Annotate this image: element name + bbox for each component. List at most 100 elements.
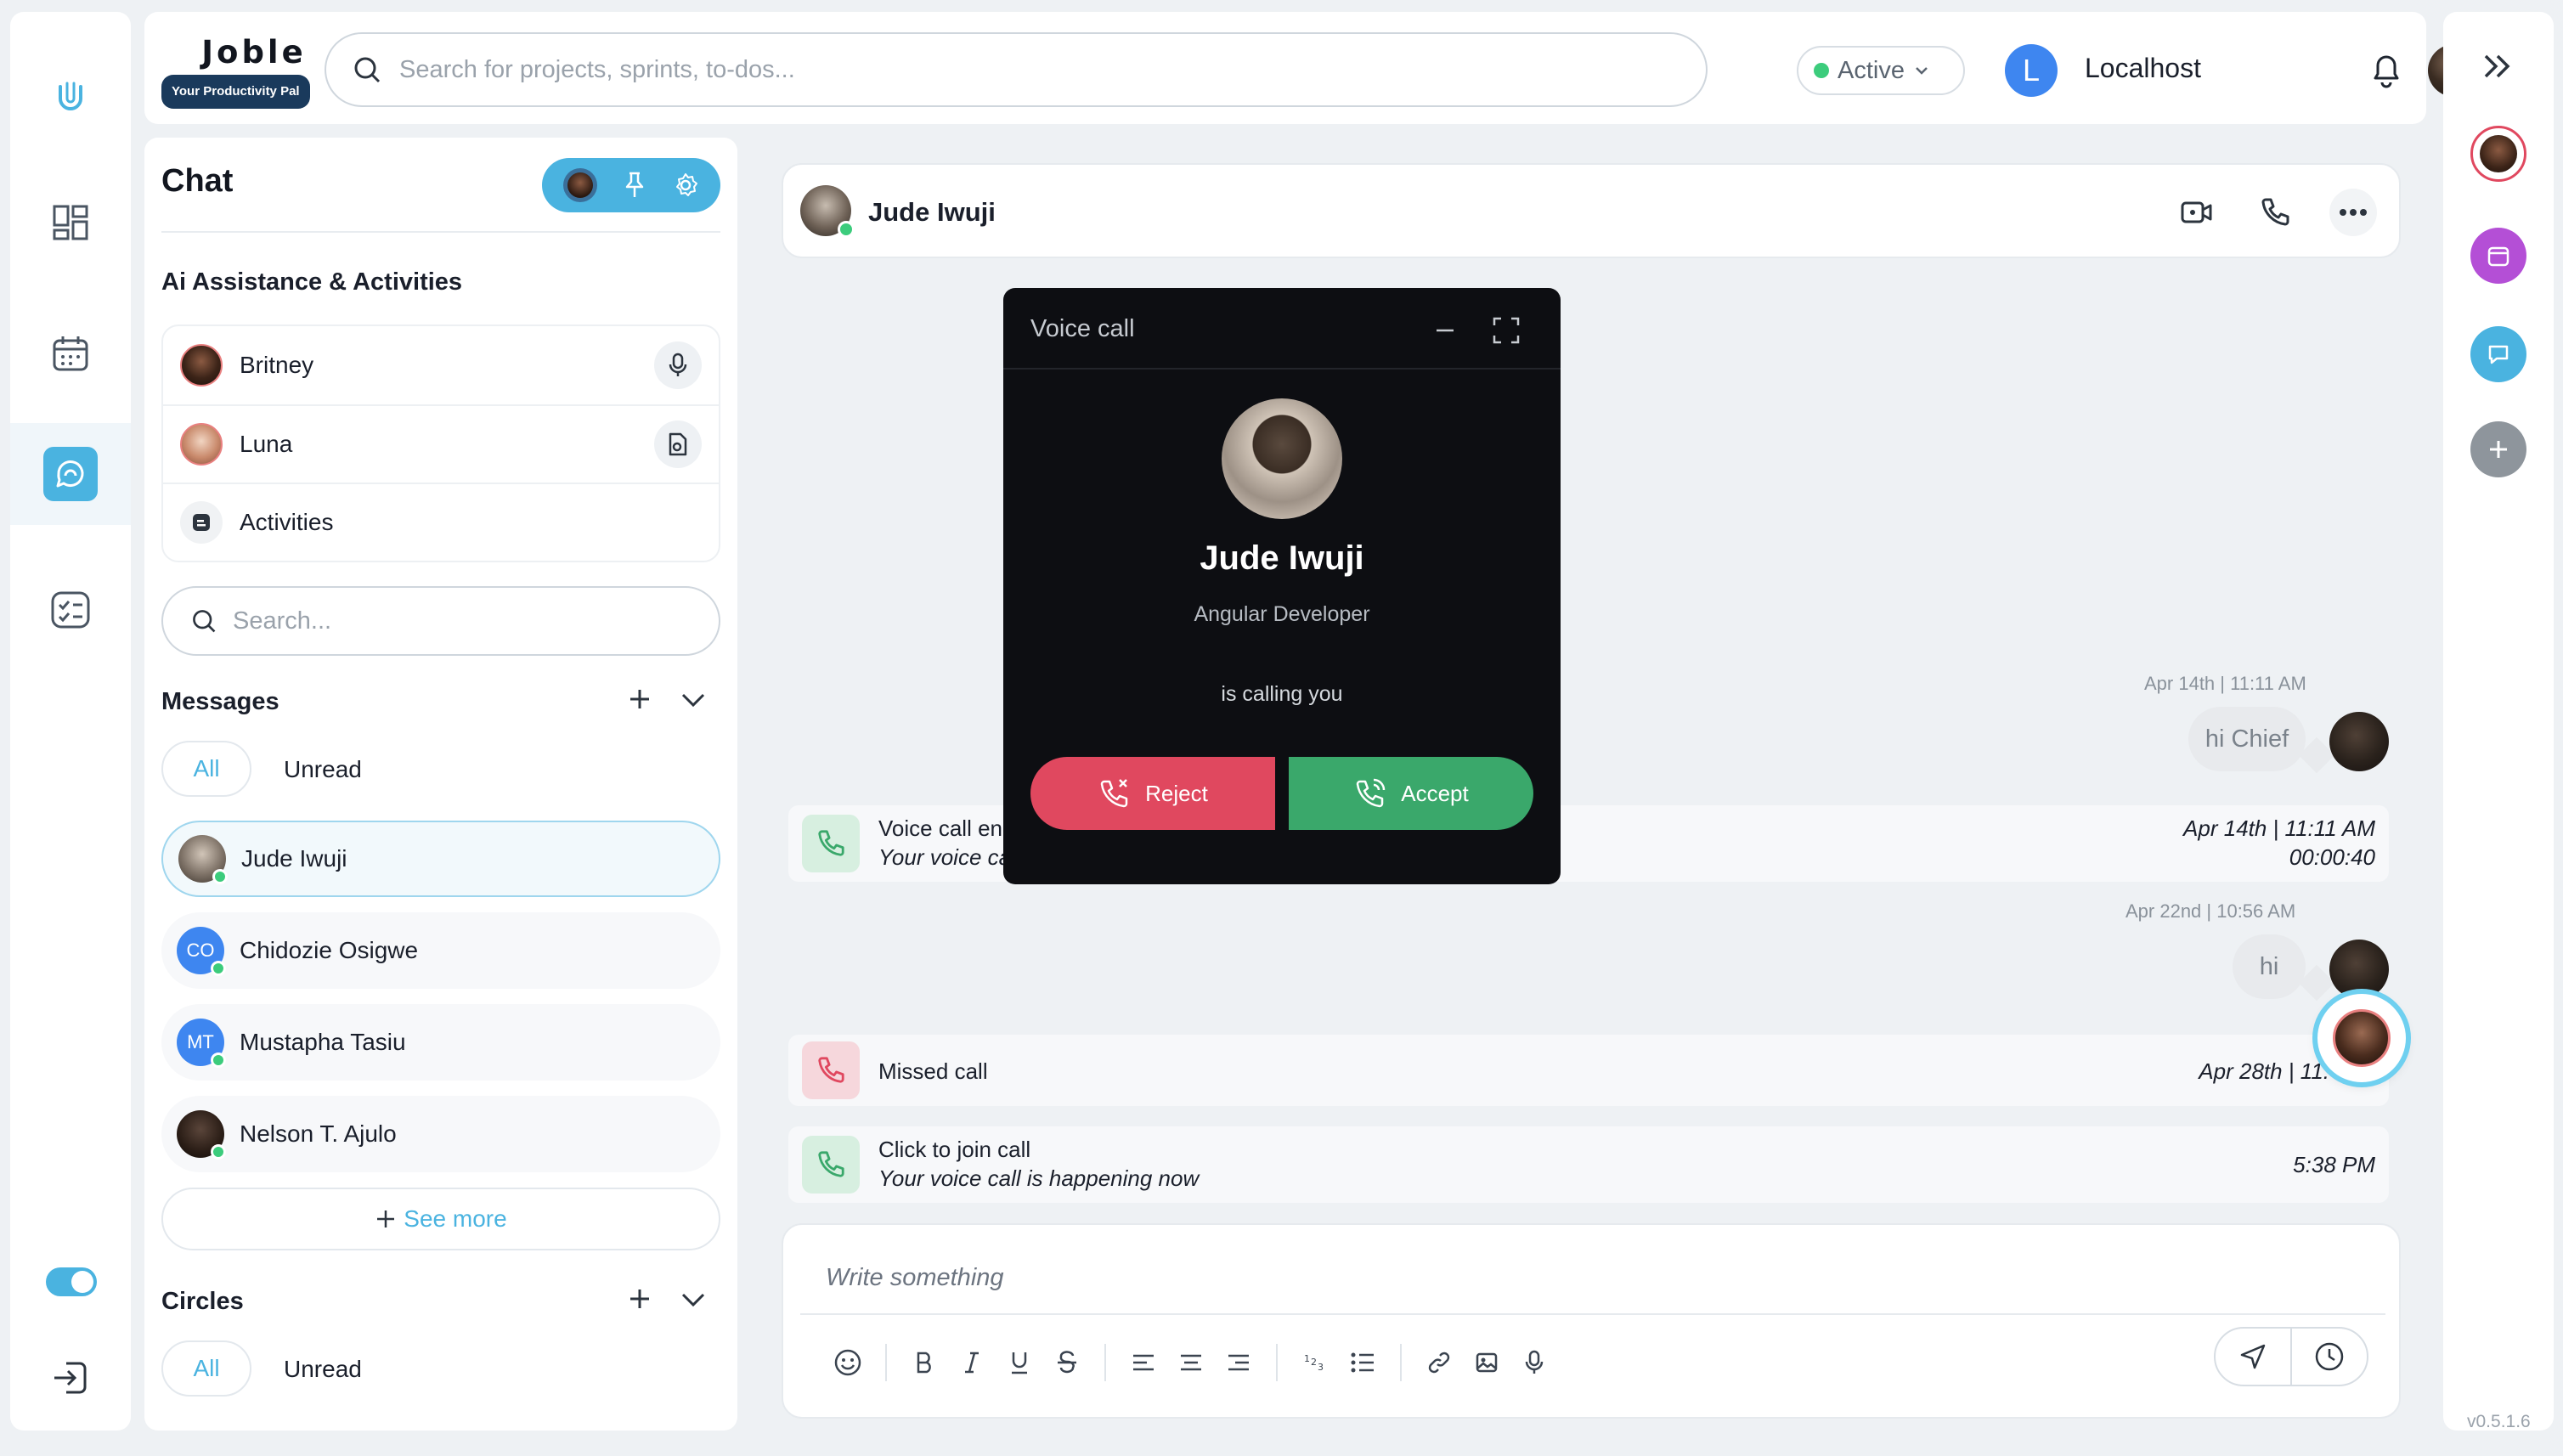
emoji-icon: [834, 1349, 861, 1376]
messages-filter-unread[interactable]: Unread: [284, 756, 362, 783]
schedule-send-button[interactable]: [2292, 1329, 2367, 1385]
align-left-button[interactable]: [1120, 1339, 1167, 1386]
image-button[interactable]: [1463, 1339, 1510, 1386]
clock-icon: [2315, 1342, 2344, 1371]
plus-icon[interactable]: [627, 1286, 652, 1312]
message-composer: 123: [782, 1223, 2401, 1419]
see-more-button[interactable]: See more: [161, 1188, 720, 1250]
send-button[interactable]: [2216, 1329, 2290, 1385]
italic-icon: [965, 1352, 979, 1374]
ai-item-britney[interactable]: Britney: [163, 326, 719, 404]
theme-toggle[interactable]: [46, 1267, 97, 1296]
align-right-button[interactable]: [1215, 1339, 1262, 1386]
document-assistant-button[interactable]: [654, 420, 702, 468]
settings-icon[interactable]: [672, 172, 699, 199]
caller-role: Angular Developer: [1194, 602, 1370, 626]
call-log-item[interactable]: Click to join call Your voice call is ha…: [788, 1126, 2389, 1203]
chevron-down-icon[interactable]: [680, 1286, 707, 1312]
ai-section-title: Ai Assistance & Activities: [161, 268, 463, 296]
avatar: [177, 1110, 226, 1160]
status-indicator: [1814, 63, 1829, 78]
more-options-button[interactable]: [2329, 189, 2377, 236]
sender-avatar: [2329, 940, 2389, 999]
svg-text:3: 3: [1318, 1362, 1324, 1373]
logout-button[interactable]: [10, 1327, 131, 1429]
contact-name[interactable]: Jude Iwuji: [868, 197, 996, 228]
message-bubble[interactable]: hi: [2233, 934, 2306, 999]
reject-call-button[interactable]: Reject: [1030, 757, 1275, 830]
messages-filter-all[interactable]: All: [161, 741, 251, 797]
top-header: Joble Your Productivity Pal Active L Loc…: [144, 12, 2481, 124]
plus-icon: [2490, 441, 2507, 458]
voice-note-button[interactable]: [1510, 1339, 1558, 1386]
circles-filter-all[interactable]: All: [161, 1340, 251, 1397]
plus-icon[interactable]: [627, 686, 652, 712]
online-indicator: [211, 1144, 226, 1160]
caller-name: Jude Iwuji: [1200, 539, 1364, 577]
emoji-button[interactable]: [824, 1339, 872, 1386]
strikethrough-button[interactable]: [1043, 1339, 1091, 1386]
global-search[interactable]: [325, 32, 1708, 107]
align-left-icon: [1133, 1354, 1154, 1371]
video-call-button[interactable]: [2173, 189, 2221, 236]
add-shortcut-button[interactable]: [2470, 421, 2526, 477]
underline-button[interactable]: [996, 1339, 1043, 1386]
ai-avatar-button[interactable]: [562, 168, 597, 202]
phone-icon: [818, 830, 844, 856]
message-bubble[interactable]: hi Chief: [2188, 707, 2306, 771]
accept-call-button[interactable]: Accept: [1289, 757, 1533, 830]
message-item-mustapha[interactable]: MT Mustapha Tasiu: [161, 1004, 720, 1081]
tasks-nav-button[interactable]: [10, 559, 131, 661]
ai-item-luna[interactable]: Luna: [163, 404, 719, 483]
app-logo-icon[interactable]: [10, 46, 131, 148]
messages-section-title: Messages: [161, 688, 279, 715]
ai-assistant-shortcut[interactable]: [2470, 126, 2526, 182]
bell-icon: [2374, 55, 2399, 88]
message-item-jude[interactable]: Jude Iwuji: [161, 821, 720, 897]
italic-button[interactable]: [948, 1339, 996, 1386]
chat-search-input[interactable]: [233, 607, 708, 635]
luna-avatar: [180, 423, 223, 466]
chevron-down-icon[interactable]: [680, 686, 707, 712]
voice-call-modal-header: Voice call: [1003, 288, 1561, 370]
bold-button[interactable]: [900, 1339, 948, 1386]
chat-nav-button[interactable]: [10, 423, 131, 525]
status-dropdown[interactable]: Active: [1797, 46, 1965, 95]
minimize-button[interactable]: [1428, 313, 1462, 347]
message-input[interactable]: [826, 1259, 2270, 1296]
sender-avatar: [2329, 712, 2389, 771]
ordered-list-button[interactable]: 123: [1291, 1339, 1339, 1386]
dashboard-nav-button[interactable]: [10, 172, 131, 274]
ai-item-activities[interactable]: Activities: [163, 483, 719, 561]
logo-tagline-badge: Your Productivity Pal: [161, 75, 310, 109]
pin-icon[interactable]: [622, 171, 647, 200]
link-button[interactable]: [1415, 1339, 1463, 1386]
expand-panel-icon[interactable]: [2479, 51, 2516, 82]
panel-divider: [161, 231, 720, 233]
workspace-avatar[interactable]: L: [2005, 44, 2058, 97]
bullet-list-button[interactable]: [1339, 1339, 1386, 1386]
calendar-nav-button[interactable]: [10, 302, 131, 404]
voice-assistant-button[interactable]: [654, 341, 702, 389]
align-right-icon: [1228, 1354, 1249, 1371]
fullscreen-button[interactable]: [1488, 312, 1525, 349]
calendar-icon: [2487, 246, 2509, 267]
call-log-item[interactable]: Missed call Apr 28th | 11:: [788, 1035, 2389, 1106]
contact-avatar[interactable]: [800, 185, 855, 238]
send-controls: [2214, 1327, 2368, 1386]
workspace-name[interactable]: Localhost: [2085, 53, 2201, 84]
circles-filter-unread[interactable]: Unread: [284, 1356, 362, 1383]
logo-wordmark[interactable]: Joble: [182, 34, 326, 71]
floating-ai-assistant-button[interactable]: [2317, 994, 2406, 1082]
calendar-shortcut[interactable]: [2470, 228, 2526, 284]
voice-call-button[interactable]: [2251, 189, 2299, 236]
notifications-button[interactable]: [2368, 51, 2404, 88]
global-search-input[interactable]: [399, 55, 1589, 84]
message-item-chidozie[interactable]: CO Chidozie Osigwe: [161, 912, 720, 989]
chat-toolbar: [542, 158, 720, 212]
message-item-nelson[interactable]: Nelson T. Ajulo: [161, 1096, 720, 1172]
caller-avatar: [1222, 398, 1342, 519]
chat-search[interactable]: [161, 586, 720, 656]
align-center-button[interactable]: [1167, 1339, 1215, 1386]
chat-shortcut[interactable]: [2470, 326, 2526, 382]
